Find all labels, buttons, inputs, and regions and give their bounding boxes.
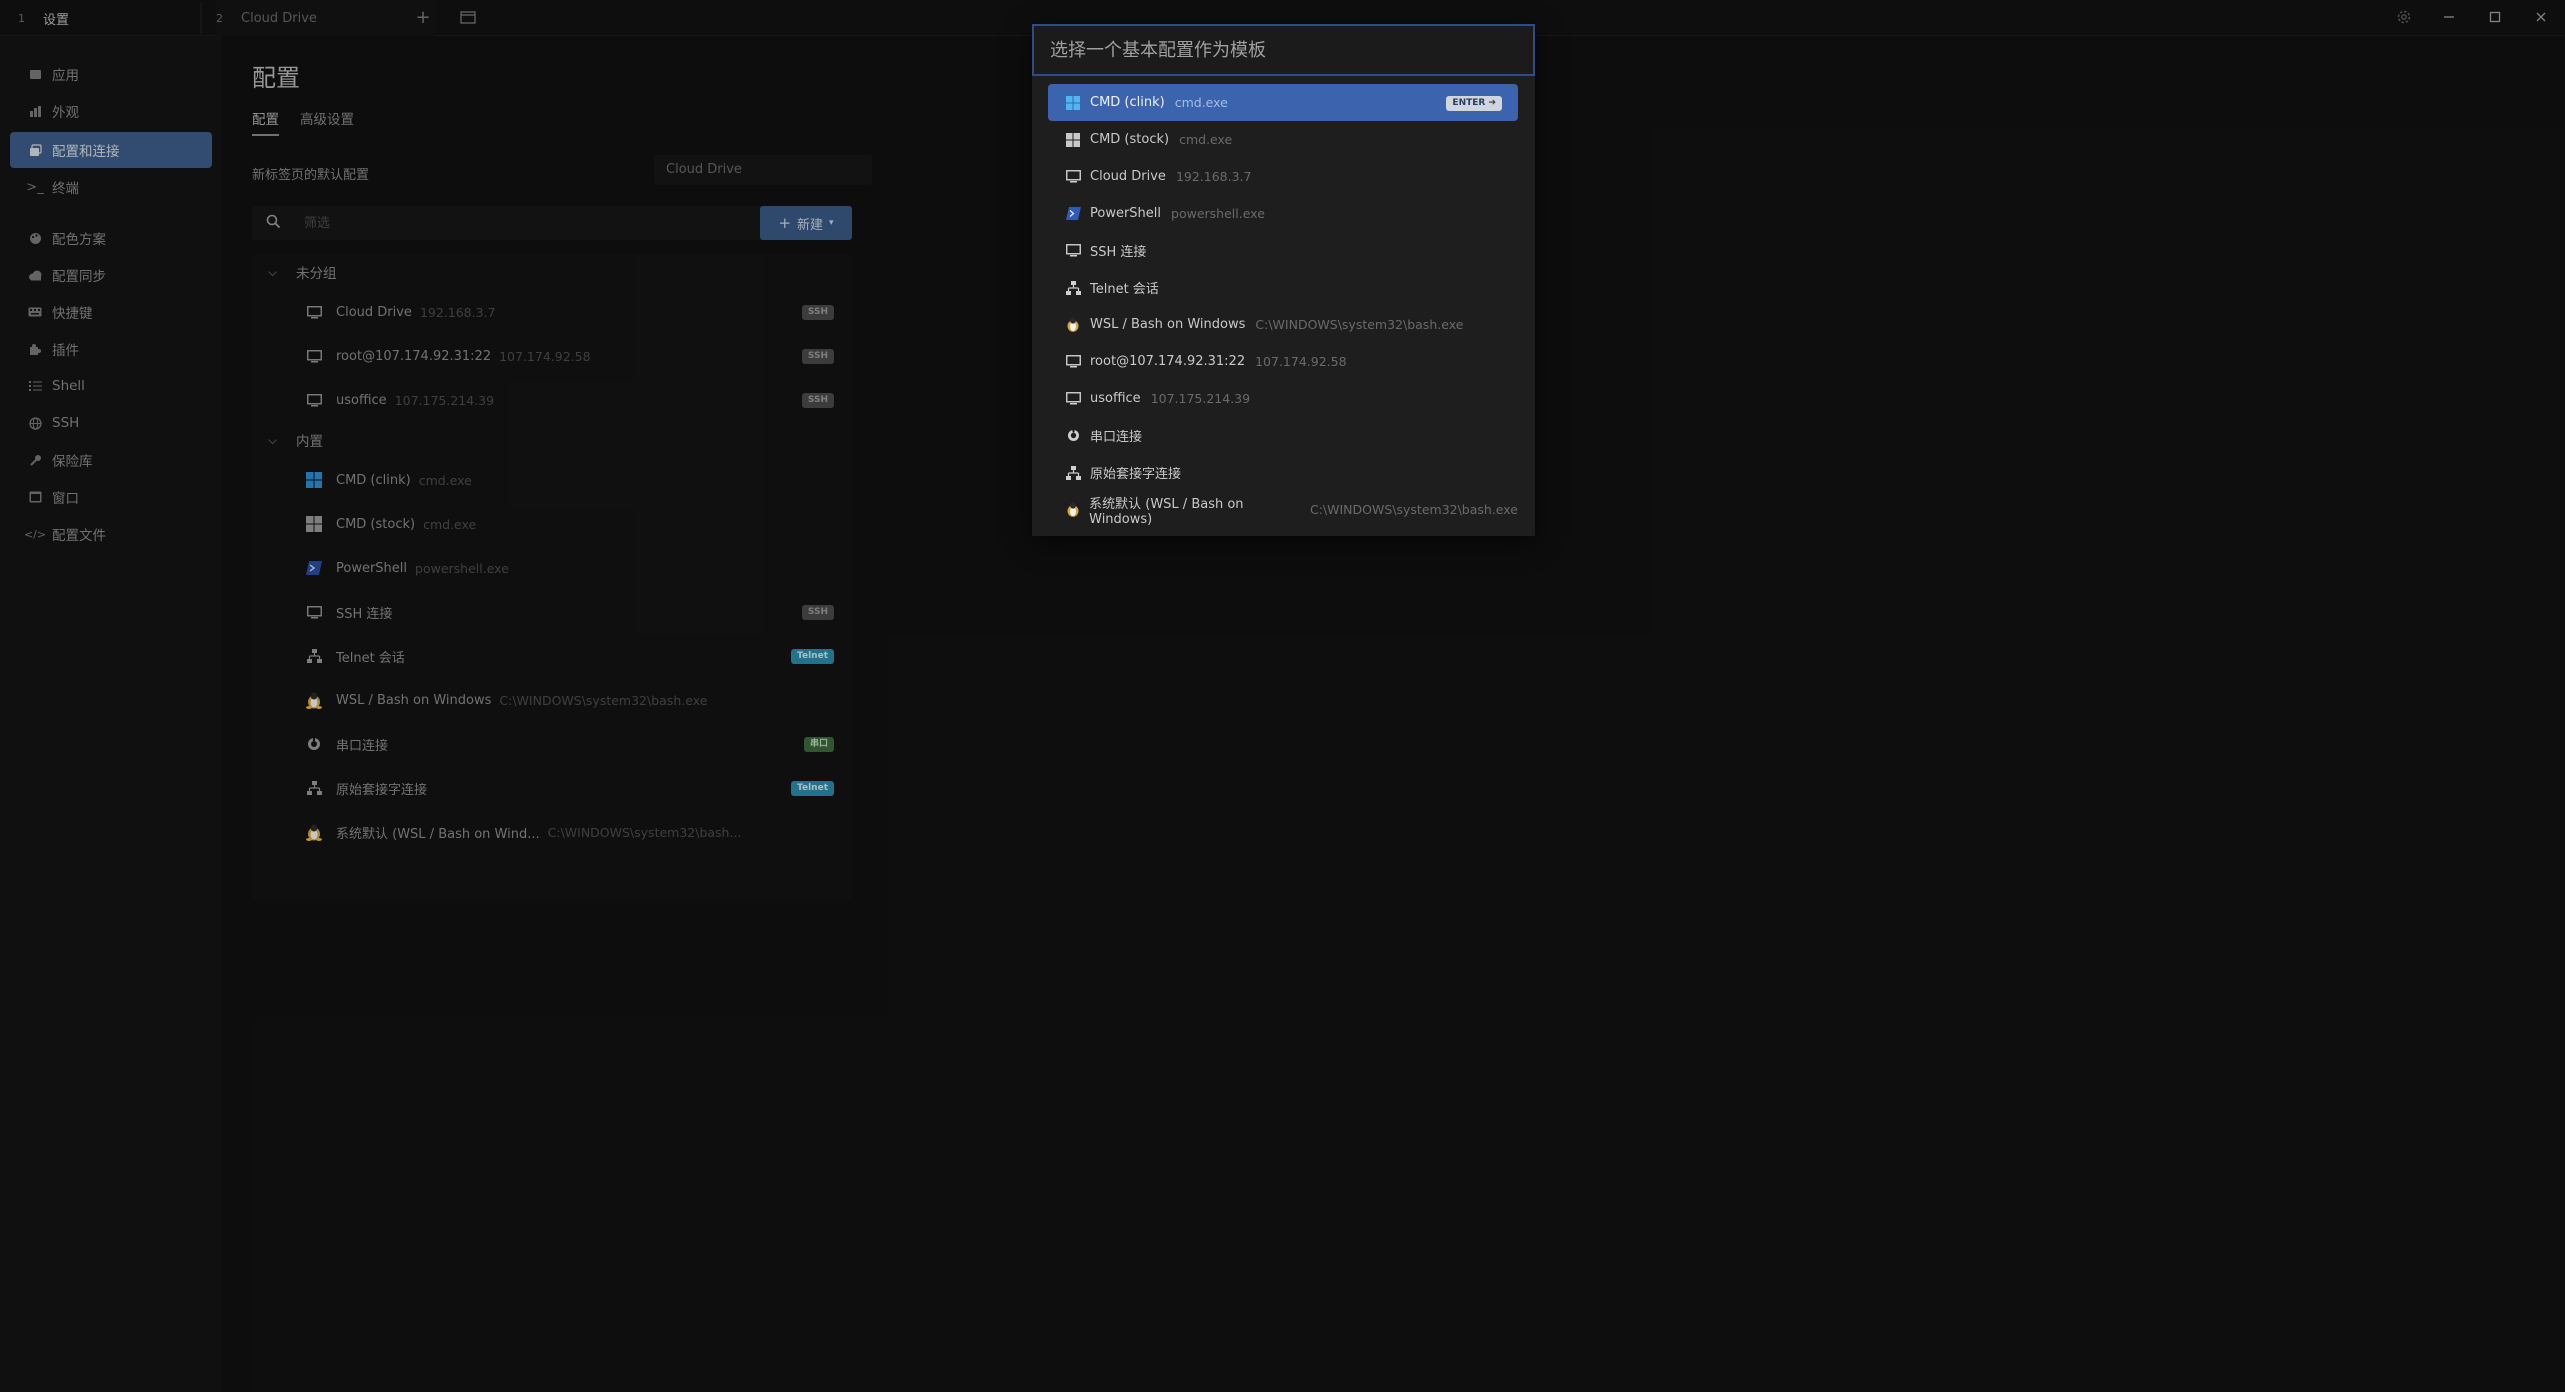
picker-item-name: 原始套接字连接	[1090, 467, 1182, 482]
picker-item-desc: cmd.exe	[1179, 132, 1233, 147]
linux-icon	[1064, 316, 1082, 334]
picker-item-name: root@107.174.92.31:22	[1090, 354, 1246, 369]
picker-item[interactable]: SSH 连接	[1048, 232, 1518, 269]
serial-icon	[1064, 427, 1082, 445]
monitor-icon	[1064, 390, 1082, 408]
picker-item[interactable]: PowerShell powershell.exe	[1048, 195, 1518, 232]
picker-item[interactable]: usoffice 107.175.214.39	[1048, 380, 1518, 417]
picker-item-name: 串口连接	[1090, 430, 1143, 445]
network-icon	[1064, 279, 1082, 297]
picker-item-desc: 107.174.92.58	[1255, 354, 1347, 369]
picker-item-name: Cloud Drive	[1090, 169, 1166, 184]
picker-item-desc: C:\WINDOWS\system32\bash.exe	[1309, 502, 1518, 517]
picker-item-name: PowerShell	[1090, 206, 1162, 221]
picker-item-name: usoffice	[1090, 391, 1141, 406]
template-search-input[interactable]	[1032, 24, 1535, 76]
picker-item-desc: C:\WINDOWS\system32\bash.exe	[1255, 317, 1464, 332]
picker-item-name: 系统默认 (WSL / Bash on Windows)	[1089, 496, 1244, 527]
picker-item[interactable]: Cloud Drive 192.168.3.7	[1048, 158, 1518, 195]
picker-item-desc: powershell.exe	[1171, 206, 1265, 221]
picker-item[interactable]: 串口连接	[1048, 417, 1518, 454]
picker-item-desc: 107.175.214.39	[1150, 391, 1251, 406]
picker-item[interactable]: root@107.174.92.31:22 107.174.92.58	[1048, 343, 1518, 380]
picker-item[interactable]: 系统默认 (WSL / Bash on Windows) C:\WINDOWS\…	[1048, 491, 1518, 528]
monitor-icon	[1064, 353, 1082, 371]
picker-item[interactable]: CMD (clink) cmd.exe ENTER ➔	[1048, 84, 1518, 121]
monitor-icon	[1064, 242, 1082, 260]
picker-item[interactable]: CMD (stock) cmd.exe	[1048, 121, 1518, 158]
enter-key-hint: ENTER ➔	[1446, 96, 1502, 111]
windows-icon	[1064, 94, 1082, 112]
picker-item-name: SSH 连接	[1090, 245, 1147, 260]
windows-icon	[1064, 131, 1082, 149]
picker-item[interactable]: 原始套接字连接	[1048, 454, 1518, 491]
linux-icon	[1064, 501, 1081, 519]
picker-item-name: WSL / Bash on Windows	[1090, 317, 1246, 332]
network-icon	[1064, 464, 1082, 482]
picker-item-desc: 192.168.3.7	[1175, 169, 1252, 184]
picker-item-desc: cmd.exe	[1174, 95, 1228, 110]
picker-item[interactable]: Telnet 会话	[1048, 269, 1518, 306]
picker-item[interactable]: WSL / Bash on Windows C:\WINDOWS\system3…	[1048, 306, 1518, 343]
monitor-icon	[1064, 168, 1082, 186]
profile-template-picker: CMD (clink) cmd.exe ENTER ➔ CMD (stock) …	[1032, 24, 1535, 536]
powershell-icon	[1064, 205, 1082, 223]
picker-item-name: CMD (clink)	[1090, 95, 1165, 110]
picker-item-name: Telnet 会话	[1090, 282, 1159, 297]
picker-item-name: CMD (stock)	[1090, 132, 1170, 147]
